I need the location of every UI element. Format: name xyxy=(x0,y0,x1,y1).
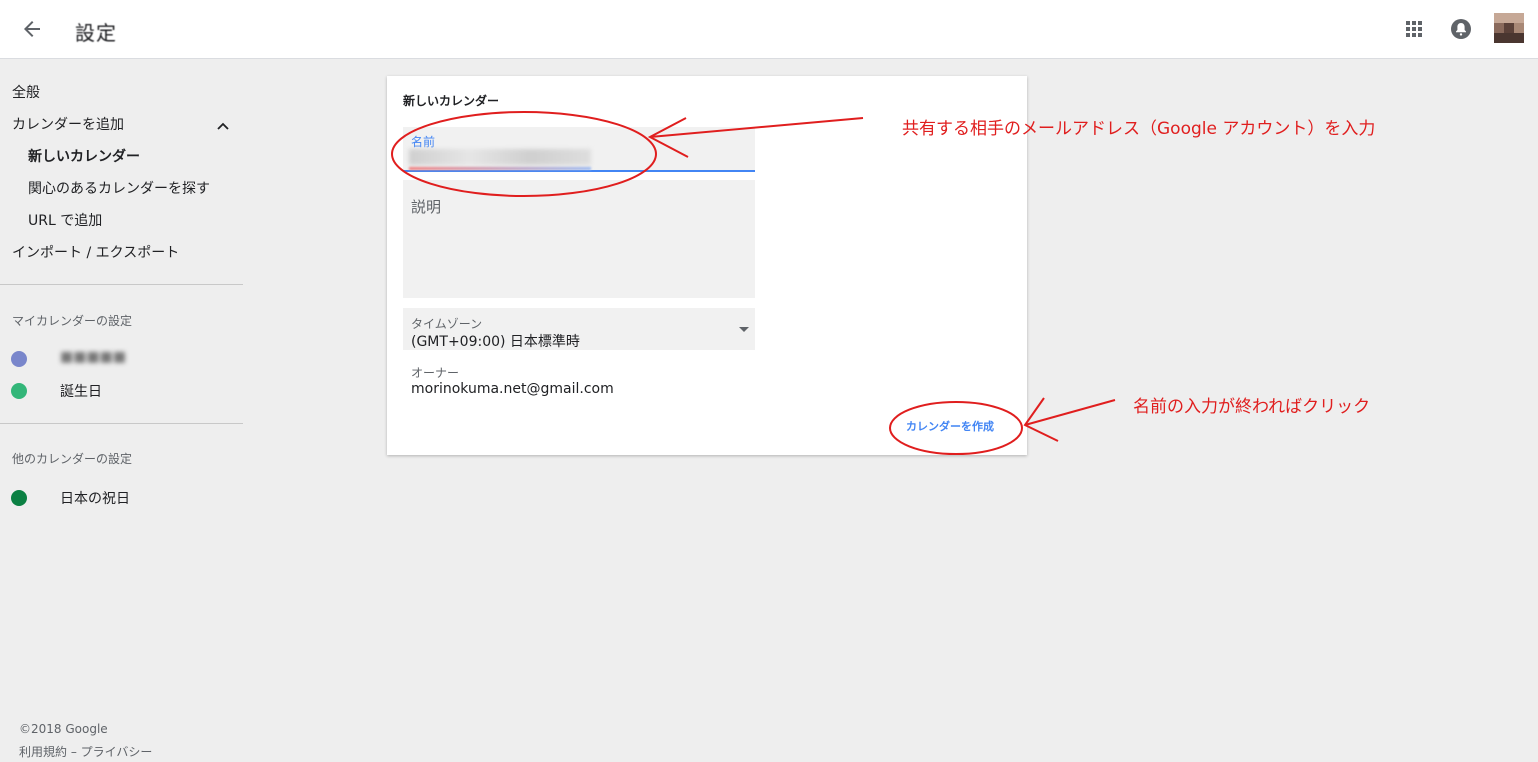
top-app-bar: 設定 xyxy=(0,0,1538,59)
chevron-up-icon[interactable] xyxy=(216,118,230,132)
my-calendars-header: マイカレンダーの設定 xyxy=(12,314,133,328)
sidebar: 全般 カレンダーを追加 新しいカレンダー 関心のあるカレンダーを探す URL で… xyxy=(0,60,243,762)
timezone-value: (GMT+09:00) 日本標準時 xyxy=(411,334,580,350)
terms-link[interactable]: 利用規約 xyxy=(19,745,67,759)
notification-bell-icon[interactable] xyxy=(1450,17,1472,41)
name-field-value-blurred xyxy=(409,149,591,165)
timezone-label: タイムゾーン xyxy=(411,317,483,331)
description-placeholder: 説明 xyxy=(411,198,442,216)
sidebar-item-new-calendar[interactable]: 新しいカレンダー xyxy=(28,146,140,166)
sidebar-item-add-calendar[interactable]: カレンダーを追加 xyxy=(12,114,124,134)
other-calendars-header: 他のカレンダーの設定 xyxy=(12,452,133,466)
sidebar-item-import-export[interactable]: インポート / エクスポート xyxy=(12,242,179,262)
footer-copyright: ©2018 Google xyxy=(19,722,108,736)
owner-email: morinokuma.net@gmail.com xyxy=(411,381,614,397)
card-title: 新しいカレンダー xyxy=(403,94,500,108)
calendar-color-dot xyxy=(11,383,27,399)
arrow-back-icon[interactable] xyxy=(20,17,44,41)
footer-links: 利用規約 – プライバシー xyxy=(19,743,152,760)
spellcheck-underline xyxy=(409,167,591,170)
owner-label: オーナー xyxy=(411,366,460,380)
footer-separator: – xyxy=(67,745,81,759)
apps-grid-icon[interactable] xyxy=(1403,18,1425,40)
name-hint-annotation: 共有する相手のメールアドレス（Google アカウント）を入力 xyxy=(902,119,1376,139)
calendar-name-field[interactable]: 名前 xyxy=(403,127,755,172)
avatar[interactable] xyxy=(1494,13,1524,43)
calendar-color-dot xyxy=(11,351,27,367)
privacy-link[interactable]: プライバシー xyxy=(81,745,153,759)
my-calendar-item-personal[interactable]: ■■■■■ xyxy=(60,349,126,365)
divider xyxy=(0,284,243,285)
sidebar-item-browse-calendars[interactable]: 関心のあるカレンダーを探す xyxy=(28,178,210,198)
create-hint-annotation: 名前の入力が終わればクリック xyxy=(1133,397,1371,417)
create-hint-arrow xyxy=(1024,399,1116,426)
name-field-label: 名前 xyxy=(411,135,436,149)
sidebar-item-add-by-url[interactable]: URL で追加 xyxy=(28,210,102,230)
divider xyxy=(0,423,243,424)
my-calendar-item-birthdays[interactable]: 誕生日 xyxy=(60,381,102,401)
description-field[interactable]: 説明 xyxy=(403,180,755,298)
create-calendar-button[interactable]: カレンダーを作成 xyxy=(906,418,994,434)
dropdown-arrow-icon xyxy=(739,327,749,332)
page-title: 設定 xyxy=(75,21,117,45)
timezone-select[interactable]: タイムゾーン (GMT+09:00) 日本標準時 xyxy=(403,308,755,350)
sidebar-item-general[interactable]: 全般 xyxy=(12,82,40,102)
create-hint-arrowhead xyxy=(1023,397,1059,442)
other-calendar-item-japan-holidays[interactable]: 日本の祝日 xyxy=(60,488,130,508)
calendar-color-dot xyxy=(11,490,27,506)
